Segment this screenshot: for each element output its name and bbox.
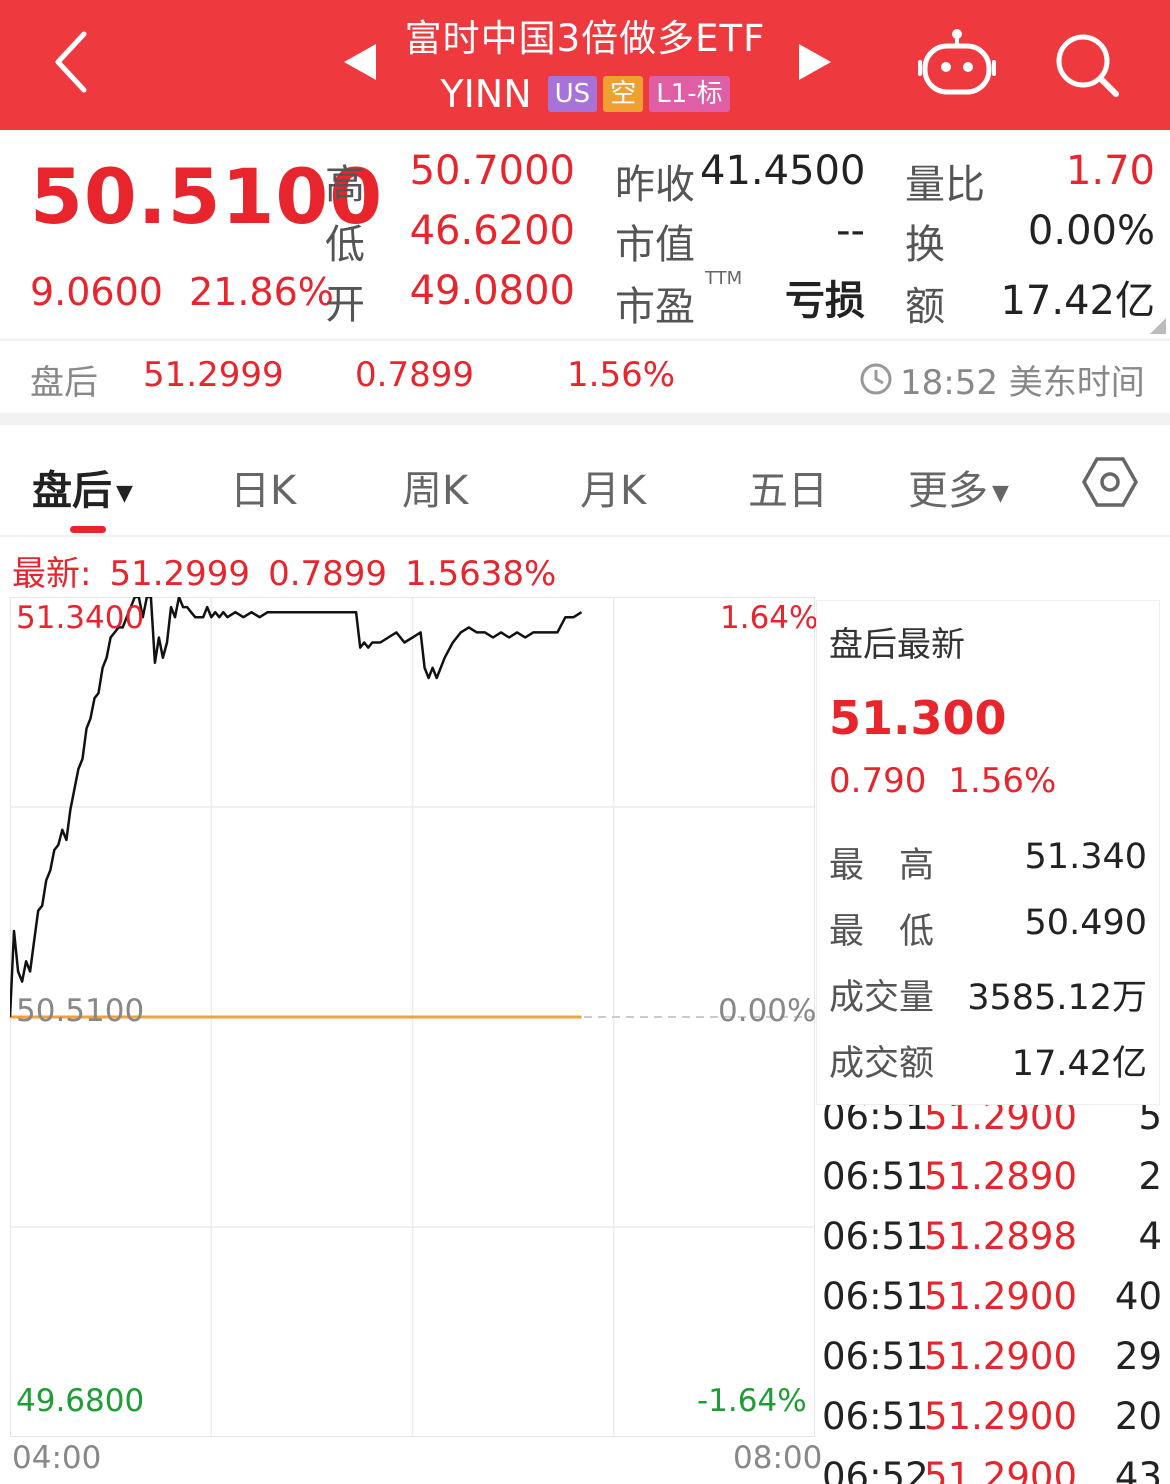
prev-close-label: 昨收 bbox=[615, 162, 695, 208]
pe-value: 亏损 bbox=[785, 278, 865, 324]
after-hours-label: 盘后 bbox=[30, 363, 98, 403]
tick-row: 06:51 51.2900 40 bbox=[822, 1275, 1162, 1318]
pct-axis-base-label: 0.00% bbox=[718, 993, 817, 1029]
price-change-row: 9.0600 21.86% bbox=[30, 270, 360, 314]
x-axis-end-label: 08:00 bbox=[733, 1440, 823, 1476]
tick-row: 06:51 51.2900 5 bbox=[822, 1105, 1162, 1138]
stock-name: 富时中国3倍做多ETF bbox=[404, 17, 766, 60]
section-divider bbox=[0, 413, 1170, 425]
price-change-pct: 21.86% bbox=[188, 270, 334, 314]
back-arrow-icon[interactable] bbox=[40, 22, 110, 102]
y-axis-base-label: 50.5100 bbox=[16, 993, 145, 1029]
amount-label: 额 bbox=[905, 284, 945, 330]
latest-change-pct: 1.5638% bbox=[405, 554, 557, 594]
tab-more[interactable]: 更多 ▼ bbox=[908, 458, 1009, 516]
level-tag: L1-标 bbox=[649, 76, 730, 112]
price-change: 9.0600 bbox=[30, 270, 163, 314]
settings-icon[interactable] bbox=[1082, 456, 1138, 508]
market-cap-label: 市值 bbox=[615, 222, 695, 268]
prev-close-value: 41.4500 bbox=[700, 148, 866, 194]
pct-axis-top-label: 1.64% bbox=[720, 600, 819, 636]
panel-title: 盘后最新 bbox=[829, 625, 965, 665]
tick-row: 06:52 51.2900 43 bbox=[822, 1455, 1162, 1484]
panel-change-pct: 1.56% bbox=[948, 761, 1057, 801]
pe-label: 市盈 bbox=[615, 284, 695, 330]
open-label: 开 bbox=[325, 282, 365, 328]
pct-axis-bottom-label: -1.64% bbox=[697, 1383, 807, 1419]
turnover-label: 换 bbox=[905, 222, 945, 268]
high-value: 50.7000 bbox=[409, 148, 575, 194]
divider bbox=[0, 535, 1170, 537]
after-hours-change-pct: 1.56% bbox=[567, 355, 676, 395]
high-label: 高 bbox=[325, 162, 365, 208]
amount-value: 17.42亿 bbox=[1000, 278, 1155, 324]
tab-daily-k[interactable]: 日K bbox=[230, 458, 296, 516]
tick-row: 06:51 51.2900 29 bbox=[822, 1335, 1162, 1378]
short-tag: 空 bbox=[603, 76, 644, 112]
pe-ttm-superscript: TTM bbox=[705, 268, 743, 289]
stock-code: YINN bbox=[440, 72, 532, 116]
after-hours-time: 18:52 美东时间 bbox=[900, 363, 1145, 403]
low-label: 低 bbox=[325, 222, 365, 268]
market-tag: US bbox=[547, 76, 598, 112]
tab-five-day[interactable]: 五日 bbox=[748, 458, 828, 516]
x-axis-start-label: 04:00 bbox=[12, 1440, 102, 1476]
tick-list[interactable]: 06:51 51.2900 5 06:51 51.2890 2 06:51 51.2898… bbox=[816, 1105, 1170, 1484]
after-hours-change: 0.7899 bbox=[355, 355, 474, 395]
volume-ratio-value: 1.70 bbox=[1065, 148, 1155, 194]
active-tab-indicator bbox=[70, 526, 106, 533]
latest-label: 最新: bbox=[12, 554, 92, 594]
clock-icon bbox=[860, 363, 892, 395]
open-value: 49.0800 bbox=[409, 268, 575, 314]
tick-row: 06:51 51.2900 20 bbox=[822, 1395, 1162, 1438]
panel-change: 0.790 bbox=[829, 761, 927, 801]
turnover-value: 0.00% bbox=[1027, 208, 1155, 254]
divider bbox=[0, 338, 1170, 341]
market-cap-value: -- bbox=[836, 208, 865, 254]
previous-stock-icon[interactable] bbox=[340, 40, 380, 84]
tick-row: 06:51 51.2890 2 bbox=[822, 1155, 1162, 1198]
latest-change: 0.7899 bbox=[268, 554, 388, 594]
stock-code-row: YINN US 空 L1-标 bbox=[380, 72, 790, 116]
dropdown-caret-icon: ▼ bbox=[116, 480, 133, 506]
next-stock-icon[interactable] bbox=[795, 40, 835, 84]
y-axis-top-label: 51.3400 bbox=[16, 600, 145, 636]
dropdown-caret-icon: ▼ bbox=[992, 480, 1009, 506]
after-hours-panel: 盘后最新 51.300 0.790 1.56% 最 高 51.340 最 低 50.4… bbox=[816, 600, 1160, 1105]
latest-quote-row: 最新: 51.2999 0.7899 1.5638% bbox=[12, 546, 574, 595]
after-hours-price: 51.2999 bbox=[143, 355, 284, 395]
panel-change-row: 0.790 1.56% bbox=[829, 761, 1078, 801]
search-icon[interactable] bbox=[1052, 30, 1122, 100]
top-bar: 富时中国3倍做多ETF YINN US 空 L1-标 bbox=[0, 0, 1170, 130]
tick-row: 06:51 51.2898 4 bbox=[822, 1215, 1162, 1258]
tab-monthly-k[interactable]: 月K bbox=[580, 458, 646, 516]
y-axis-bottom-label: 49.6800 bbox=[16, 1383, 145, 1419]
tab-weekly-k[interactable]: 周K bbox=[402, 458, 468, 516]
latest-price: 51.2999 bbox=[109, 554, 251, 594]
volume-ratio-label: 量比 bbox=[905, 162, 985, 208]
panel-price: 51.300 bbox=[829, 691, 1007, 745]
low-value: 46.6200 bbox=[409, 208, 575, 254]
tab-after-hours[interactable]: 盘后 ▼ bbox=[32, 458, 133, 516]
expand-corner-icon[interactable] bbox=[1150, 318, 1166, 334]
robot-assistant-icon[interactable] bbox=[918, 26, 996, 98]
